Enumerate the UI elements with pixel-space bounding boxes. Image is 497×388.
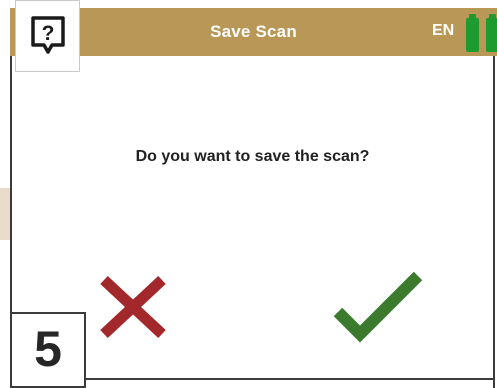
save-question-text: Do you want to save the scan? [135, 148, 370, 165]
svg-text:?: ? [42, 22, 55, 45]
header-bar: Save Scan EN [10, 8, 497, 56]
battery-icon [466, 14, 479, 52]
language-indicator[interactable]: EN [432, 22, 454, 40]
battery-icon [486, 14, 497, 52]
step-number-label: 5 [10, 312, 86, 388]
cancel-button[interactable] [96, 272, 170, 342]
help-button[interactable]: ? [15, 0, 80, 72]
step-number: 5 [34, 321, 62, 377]
page-title: Save Scan [210, 22, 297, 41]
help-question-icon: ? [31, 16, 65, 54]
frame-border-bottom [86, 378, 495, 380]
side-tab [0, 188, 10, 240]
save-scan-screen: Save Scan EN ? Do you want to save the s… [0, 0, 497, 388]
frame-border-right [493, 56, 495, 388]
checkmark-icon [333, 271, 423, 343]
cross-icon [100, 275, 166, 339]
confirm-button[interactable] [332, 270, 424, 346]
